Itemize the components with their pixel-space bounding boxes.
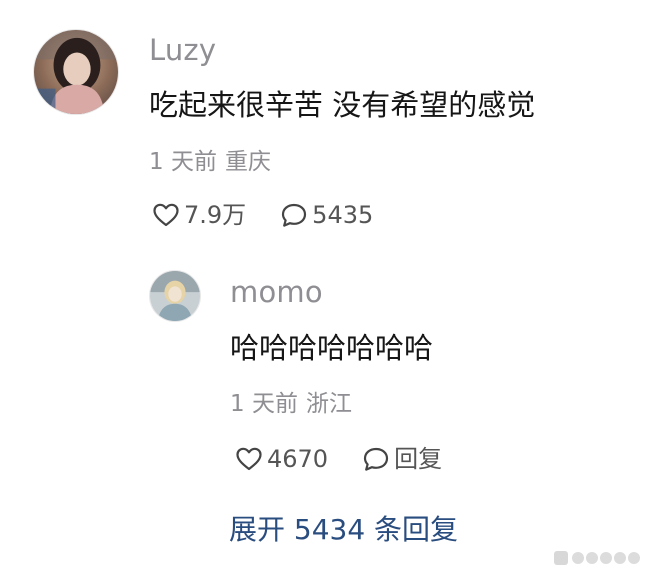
speech-bubble-icon [362,445,390,473]
reply-username[interactable]: momo [230,278,323,307]
reply-like-button[interactable]: 4670 [235,445,328,473]
avatar-image [34,30,118,114]
comment-like-button[interactable]: 7.9万 [152,201,246,229]
reply-like-count: 4670 [267,445,329,473]
avatar-image [150,271,200,321]
reply-reply-label: 回复 [394,445,443,473]
reply-meta: 1 天前 浙江 [230,393,352,416]
comment-username[interactable]: Luzy [149,36,216,65]
comment-reply-button[interactable]: 5435 [280,201,373,229]
reply-avatar[interactable] [149,270,201,322]
speech-bubble-icon [280,201,308,229]
reply-location: 浙江 [305,391,352,417]
reply-reply-button[interactable]: 回复 [362,445,442,473]
heart-outline-icon [235,445,263,473]
comment-meta: 1 天前 重庆 [149,151,271,174]
reply-text: 哈哈哈哈哈哈哈 [230,331,434,365]
watermark-logo [554,547,646,569]
comment-time: 1 天前 [149,149,217,175]
comment-reply-count: 5435 [312,201,374,229]
expand-replies-link[interactable]: 展开 5434 条回复 [229,516,458,544]
avatar[interactable] [33,29,119,115]
comment-text: 吃起来很辛苦 没有希望的感觉 [149,88,536,122]
heart-outline-icon [152,201,180,229]
comment-like-count: 7.9万 [184,201,247,229]
comment-location: 重庆 [224,149,271,175]
comment-thread: Luzy 吃起来很辛苦 没有希望的感觉 1 天前 重庆 7.9万 5435 mom… [0,0,654,575]
comment-actions: 7.9万 5435 [152,201,373,229]
reply-time: 1 天前 [230,391,298,417]
reply-actions: 4670 回复 [235,445,442,473]
